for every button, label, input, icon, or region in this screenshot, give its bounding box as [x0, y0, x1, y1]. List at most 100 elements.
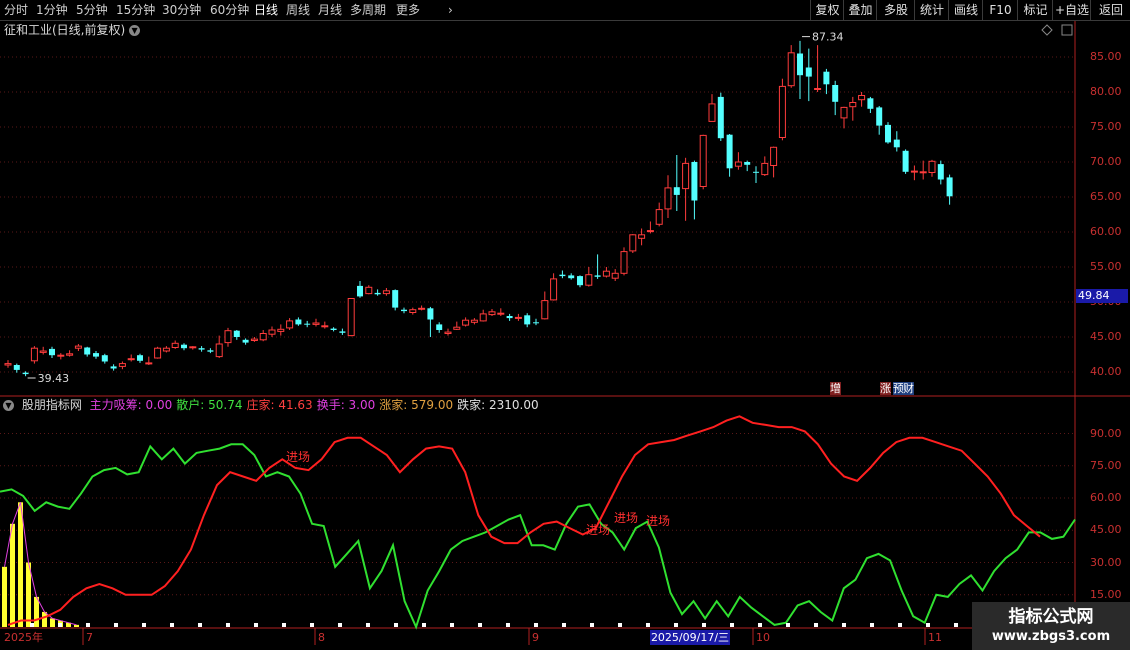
candle-up — [365, 286, 373, 295]
diamond-icon[interactable] — [1041, 24, 1053, 36]
candle-up — [224, 330, 232, 344]
baseline-dot — [58, 623, 62, 627]
period-tab-8[interactable]: 月线 — [318, 2, 342, 18]
baseline-dot — [114, 623, 118, 627]
toolbar-button-5[interactable]: F10 — [982, 0, 1018, 20]
period-tab-2[interactable]: 5分钟 — [76, 2, 108, 18]
stock-title[interactable]: 征和工业(日线,前复权) ▼ — [4, 22, 141, 38]
baseline-dot — [814, 623, 818, 627]
candle-up — [814, 88, 822, 90]
toolbar-button-label: 统计 — [919, 3, 944, 17]
price-tick: 80.00 — [1090, 85, 1122, 98]
candle-up — [215, 343, 223, 358]
period-tab-label: 更多 — [396, 3, 421, 17]
candle-up — [514, 316, 522, 319]
baseline-dot — [898, 623, 902, 627]
candle-up — [57, 354, 65, 357]
candle-up — [646, 230, 654, 233]
candle-up — [259, 333, 267, 341]
candle-down — [559, 274, 566, 277]
indicator-name[interactable]: 股朋指标网 — [22, 398, 82, 412]
candle-down — [84, 347, 91, 355]
candle-down — [22, 372, 29, 375]
candle-up — [409, 309, 417, 314]
toolbar-button-6[interactable]: 标记 — [1017, 0, 1053, 20]
period-tab-4[interactable]: 30分钟 — [162, 2, 201, 18]
baseline-dot — [926, 623, 930, 627]
toolbar-button-0[interactable]: 复权 — [810, 0, 844, 20]
baseline-dot — [506, 623, 510, 627]
candle-up — [321, 325, 329, 328]
period-tab-5[interactable]: 60分钟 — [210, 2, 249, 18]
candle-up — [74, 345, 82, 349]
indicator-item: 散户: 50.74 — [176, 398, 243, 412]
candle-up — [541, 300, 549, 320]
candle-up — [277, 328, 285, 332]
candle-down — [49, 348, 55, 356]
settings-icon[interactable]: ▼ — [3, 400, 14, 411]
candle-down — [893, 139, 900, 148]
toolbar: 分时 1分钟 5分钟 15分钟 30分钟 60分钟 日线 周线 月线 多周期 更多 › 复权 叠加 多股统… — [0, 0, 1130, 21]
period-tab-6[interactable]: 日线 — [254, 2, 278, 18]
toolbar-button-2[interactable]: 多股 — [876, 0, 915, 20]
candle-up — [602, 270, 610, 277]
price-tick: 60.00 — [1090, 225, 1122, 238]
toolbar-button-3[interactable]: 统计 — [914, 0, 949, 20]
chevron-down-icon[interactable]: ▼ — [129, 25, 141, 36]
candle-up — [682, 162, 690, 190]
baseline-dot — [842, 623, 846, 627]
candle-up — [145, 362, 153, 365]
period-tab-1[interactable]: 1分钟 — [36, 2, 68, 18]
candle-down — [357, 285, 363, 297]
entry-signal-label: 进场 — [586, 523, 610, 537]
toolbar-button-label: +自选 — [1054, 3, 1090, 17]
candle-up — [638, 234, 646, 239]
period-tab-9[interactable]: 多周期 — [350, 2, 386, 18]
candle-down — [13, 365, 20, 370]
candle-up — [453, 326, 461, 330]
period-tab-3[interactable]: 15分钟 — [116, 2, 155, 18]
candle-down — [577, 276, 583, 286]
candle-up — [708, 103, 716, 122]
low-annotation: 39.43 — [38, 372, 70, 385]
candle-down — [902, 150, 909, 172]
candle-up — [347, 298, 355, 337]
candle-up — [286, 320, 294, 329]
candle-down — [726, 134, 733, 169]
date-tick: 8 — [318, 631, 325, 644]
chevron-right-icon[interactable]: › — [448, 2, 453, 18]
toolbar-button-7[interactable]: +自选 — [1052, 0, 1091, 20]
candle-up — [118, 363, 126, 367]
indicator-item: 跌家: 2310.00 — [457, 398, 539, 412]
candle-down — [533, 322, 539, 324]
high-annotation: 87.34 — [812, 31, 844, 44]
period-tab-label: 1分钟 — [36, 3, 68, 17]
period-tab-label: 月线 — [318, 3, 343, 17]
baseline-dot — [422, 623, 426, 627]
baseline-dot — [646, 623, 650, 627]
period-tab-7[interactable]: 周线 — [286, 2, 310, 18]
toolbar-button-label: 返回 — [1098, 3, 1123, 17]
entry-signal-label: 进场 — [646, 514, 670, 528]
candle-down — [110, 366, 117, 369]
event-tag[interactable]: 财 — [903, 382, 914, 395]
event-tag[interactable]: 增 — [830, 382, 841, 395]
indicator-tick: 15.00 — [1090, 587, 1122, 601]
toolbar-button-1[interactable]: 叠加 — [843, 0, 877, 20]
toolbar-button-8[interactable]: 返回 — [1090, 0, 1130, 20]
candle-down — [198, 348, 205, 350]
volume-line — [4, 502, 77, 626]
toolbar-button-4[interactable]: 画线 — [948, 0, 983, 20]
period-tab-0[interactable]: 分时 — [4, 2, 28, 18]
event-tag[interactable]: 涨 — [880, 382, 891, 395]
period-tab-10[interactable]: 更多 — [396, 2, 420, 18]
baseline-dot — [730, 623, 734, 627]
price-tick: 85.00 — [1090, 50, 1122, 63]
candle-up — [497, 312, 505, 315]
candle-up — [699, 134, 707, 187]
candle-down — [506, 316, 513, 319]
baseline-dot — [394, 623, 398, 627]
baseline-dot — [590, 623, 594, 627]
panel-toggle-icon[interactable] — [1061, 24, 1073, 36]
baseline-dot — [282, 623, 286, 627]
